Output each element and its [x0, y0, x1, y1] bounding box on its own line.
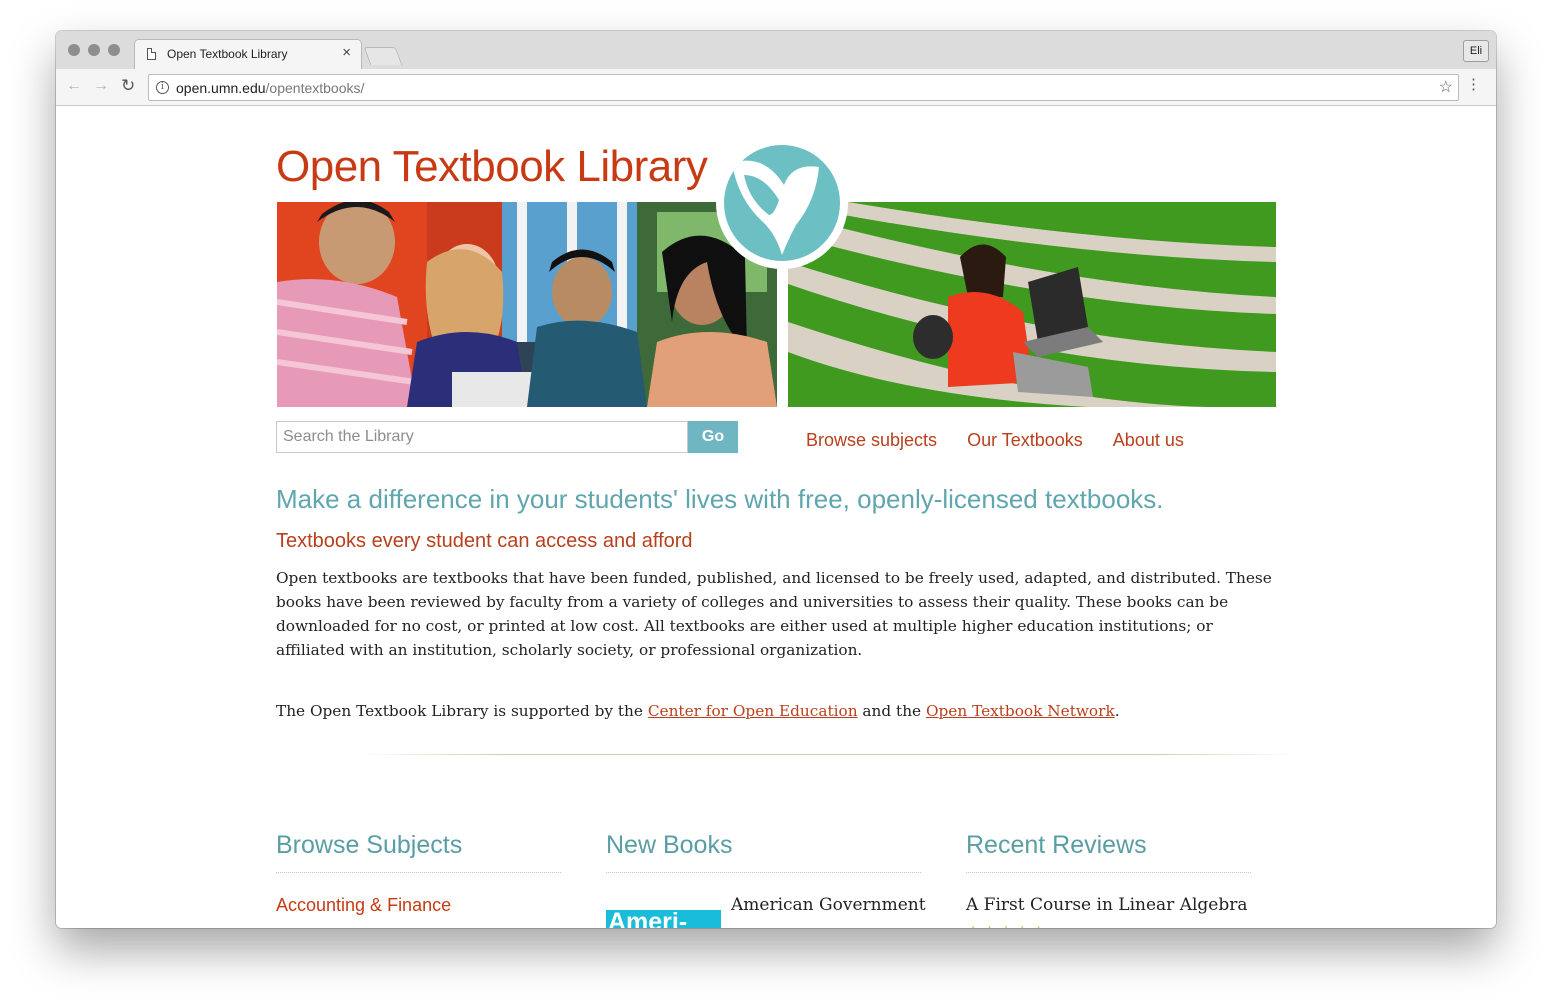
- page-viewport: Open Textbook Library Search the Library…: [56, 107, 1496, 928]
- back-arrow-icon[interactable]: ←: [66, 77, 82, 95]
- search-box: [276, 421, 688, 453]
- intro-paragraph: Open textbooks are textbooks that have b…: [276, 569, 1272, 659]
- support-middle: and the: [857, 702, 926, 720]
- close-window-button[interactable]: [68, 44, 80, 56]
- hero-image-lawn: [788, 202, 1276, 407]
- recent-reviews-rule: [966, 872, 1251, 873]
- subject-link-accounting[interactable]: Accounting & Finance: [276, 895, 451, 916]
- nav-our-textbooks[interactable]: Our Textbooks: [967, 430, 1083, 451]
- support-suffix: .: [1114, 702, 1120, 720]
- url-path: /opentextbooks/: [265, 80, 365, 96]
- browser-toolbar: ← → ↻ i open.umn.edu/opentextbooks/ ☆ ⋮: [56, 69, 1496, 106]
- star-icon: ★: [999, 924, 1015, 928]
- book-cover-thumbnail[interactable]: Ameri-: [606, 910, 721, 928]
- tab-open-textbook-library[interactable]: Open Textbook Library ×: [134, 39, 362, 69]
- forward-arrow-icon[interactable]: →: [93, 77, 109, 95]
- search-input[interactable]: [277, 422, 687, 452]
- site-logo[interactable]: [716, 137, 848, 269]
- new-books-heading: New Books: [606, 831, 733, 859]
- review-book-title[interactable]: A First Course in Linear Algebra: [966, 895, 1248, 915]
- new-book-title[interactable]: American Government: [731, 895, 926, 915]
- browse-subjects-heading: Browse Subjects: [276, 831, 463, 859]
- logo-mark: [724, 145, 840, 261]
- subhead: Textbooks every student can access and a…: [276, 530, 693, 552]
- nav-browse-subjects[interactable]: Browse subjects: [806, 430, 937, 451]
- browse-subjects-rule: [276, 872, 561, 873]
- tab-title: Open Textbook Library: [167, 47, 288, 61]
- bookmark-star-icon[interactable]: ☆: [1439, 77, 1453, 97]
- maximize-window-button[interactable]: [108, 44, 120, 56]
- new-tab-button[interactable]: [363, 47, 403, 65]
- review-rating-stars: ★★★★★: [966, 922, 1048, 928]
- section-divider: [361, 754, 1296, 755]
- minimize-window-button[interactable]: [88, 44, 100, 56]
- url-host: open.umn.edu: [176, 80, 266, 96]
- tab-strip: Open Textbook Library × Eli: [56, 31, 1496, 69]
- hero-students-illustration: [277, 202, 777, 407]
- site-title[interactable]: Open Textbook Library: [276, 142, 708, 192]
- reload-icon[interactable]: ↻: [121, 77, 135, 95]
- hero-lawn-illustration: [788, 202, 1276, 407]
- hero-image-students: [277, 202, 777, 407]
- star-icon: ★: [982, 924, 998, 928]
- nav-about-us[interactable]: About us: [1113, 430, 1184, 451]
- info-icon[interactable]: i: [156, 81, 169, 94]
- search-go-button[interactable]: Go: [688, 421, 738, 453]
- book-cover-text: Ameri-: [608, 910, 688, 928]
- close-tab-icon[interactable]: ×: [342, 44, 351, 61]
- open-textbook-network-link[interactable]: Open Textbook Network: [926, 702, 1115, 720]
- address-bar[interactable]: i open.umn.edu/opentextbooks/ ☆: [148, 74, 1459, 101]
- tagline: Make a difference in your students' live…: [276, 484, 1164, 514]
- browser-window: Open Textbook Library × Eli ← → ↻ i open…: [56, 31, 1496, 928]
- support-prefix: The Open Textbook Library is supported b…: [276, 702, 648, 720]
- browser-menu-icon[interactable]: ⋮: [1466, 77, 1481, 93]
- recent-reviews-heading: Recent Reviews: [966, 831, 1147, 859]
- star-icon: ★: [1031, 924, 1047, 928]
- url-text[interactable]: open.umn.edu/opentextbooks/: [176, 80, 364, 96]
- support-paragraph: The Open Textbook Library is supported b…: [276, 702, 1120, 720]
- new-books-rule: [606, 872, 921, 873]
- main-nav: Browse subjects Our Textbooks About us: [806, 430, 1184, 451]
- star-icon: ★: [966, 924, 982, 928]
- profile-button[interactable]: Eli: [1463, 40, 1489, 62]
- page-icon: [147, 48, 156, 60]
- book-leaf-icon: [732, 160, 819, 255]
- center-for-open-education-link[interactable]: Center for Open Education: [648, 702, 858, 720]
- star-icon: ★: [1015, 924, 1031, 928]
